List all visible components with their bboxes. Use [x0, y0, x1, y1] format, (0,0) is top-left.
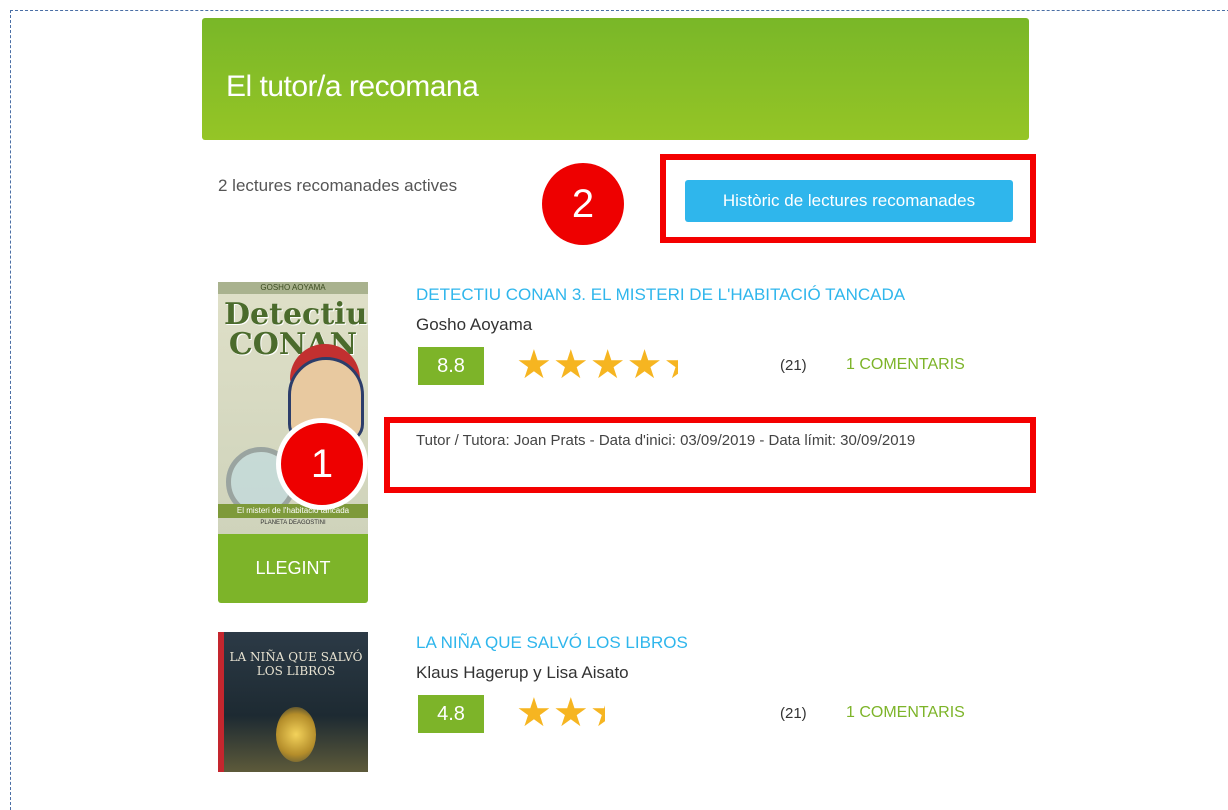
book-author: Klaus Hagerup y Lisa Aisato: [416, 663, 629, 682]
rating-row: 8.8 ★★★★★ (21) 1 COMENTARIS: [416, 345, 965, 387]
star-icon: ★: [552, 691, 590, 735]
section-title: El tutor/a recomana: [226, 70, 479, 103]
book-cover[interactable]: LA NIÑA QUE SALVÓ LOS LIBROS: [218, 632, 368, 772]
half-star-icon: ★: [590, 693, 605, 733]
star-icon: ★: [626, 343, 664, 387]
vote-count: (21): [780, 705, 807, 722]
book-details: LA NIÑA QUE SALVÓ LOS LIBROS Klaus Hager…: [416, 633, 965, 735]
star-icon: ★: [516, 691, 553, 735]
rating-badge: 8.8: [418, 347, 484, 385]
comments-link[interactable]: 1 COMENTARIS: [846, 704, 965, 722]
annotation-marker-2: 2: [542, 163, 624, 245]
star-icon: ★: [516, 343, 553, 387]
star-rating: ★★★★★: [516, 345, 678, 385]
reading-status-button[interactable]: LLEGINT: [218, 534, 368, 603]
rating-badge: 4.8: [418, 695, 484, 733]
vote-count: (21): [780, 357, 807, 374]
star-icon: ★: [552, 343, 590, 387]
comments-link[interactable]: 1 COMENTARIS: [846, 356, 965, 374]
star-rating: ★★★: [516, 693, 605, 733]
highlight-box-history: [660, 154, 1036, 243]
cover-author-band: GOSHO AOYAMA: [218, 282, 368, 294]
cover-title: LA NIÑA QUE SALVÓ LOS LIBROS: [229, 650, 363, 678]
book-author: Gosho Aoyama: [416, 315, 533, 334]
book-title-link[interactable]: LA NIÑA QUE SALVÓ LOS LIBROS: [416, 633, 688, 653]
book-details: DETECTIU CONAN 3. EL MISTERI DE L'HABITA…: [416, 285, 965, 387]
cover-subtitle: El misteri de l'habitació tancada: [218, 504, 368, 518]
active-readings-count: 2 lectures recomanades actives: [218, 176, 458, 195]
star-icon: ★: [589, 343, 627, 387]
book-title-link[interactable]: DETECTIU CONAN 3. EL MISTERI DE L'HABITA…: [416, 285, 905, 305]
highlight-box-tutor-info: [384, 417, 1036, 493]
half-star-icon: ★: [663, 345, 678, 385]
annotation-marker-1: 1: [276, 418, 368, 510]
rating-row: 4.8 ★★★ (21) 1 COMENTARIS: [416, 693, 965, 735]
cover-illustration: [276, 707, 316, 762]
cover-publisher: PLANETA DEAGOSTINI: [260, 520, 326, 526]
section-header: El tutor/a recomana: [202, 18, 1029, 140]
